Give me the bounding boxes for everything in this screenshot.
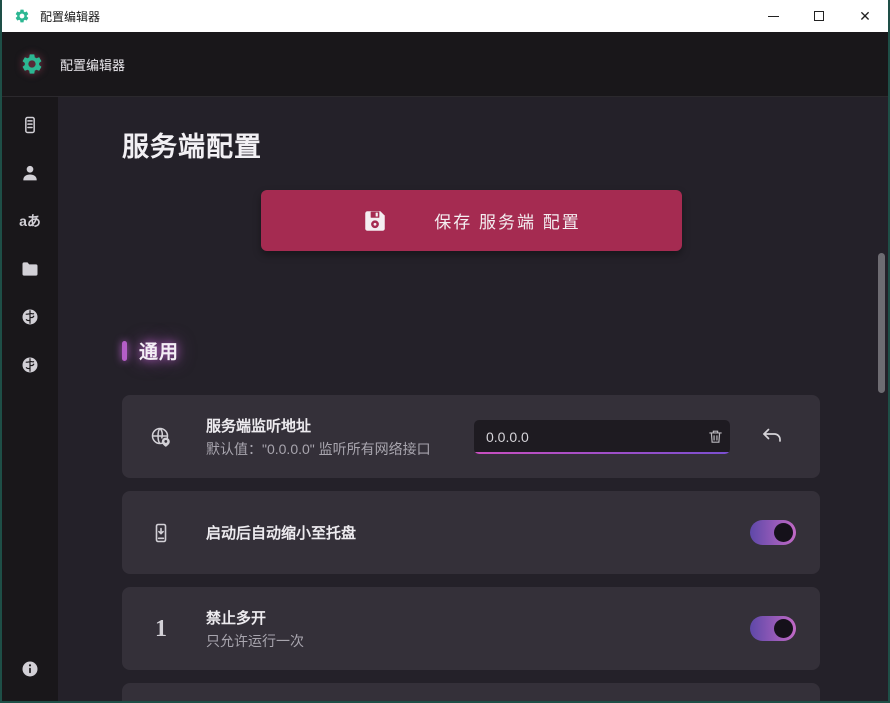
toggle-knob: [774, 523, 793, 542]
sidebar-item-network-1[interactable]: [10, 297, 50, 337]
sidebar-item-server[interactable]: [10, 105, 50, 145]
setting-partial-card: [122, 683, 820, 701]
listen-address-input[interactable]: [474, 429, 700, 445]
folder-icon: [20, 259, 40, 279]
info-icon: [20, 659, 40, 679]
app-gear-icon: [14, 8, 30, 24]
single-instance-toggle[interactable]: [750, 616, 796, 641]
close-button[interactable]: ✕: [842, 0, 888, 32]
trash-icon: [707, 428, 724, 445]
network-brain-icon: [20, 307, 40, 327]
section-title: 通用: [139, 337, 179, 364]
save-button-label: 保存 服务端 配置: [434, 208, 580, 233]
undo-icon: [760, 425, 784, 449]
user-icon: [20, 163, 40, 183]
maximize-button[interactable]: [796, 0, 842, 32]
window-controls: ✕: [750, 0, 888, 32]
minimize-button[interactable]: [750, 0, 796, 32]
save-server-config-button[interactable]: 保存 服务端 配置: [261, 190, 682, 251]
sidebar-item-language[interactable]: aあ: [10, 201, 50, 241]
section-accent-bar: [122, 341, 127, 361]
server-icon: [20, 115, 40, 135]
setting-minimize-to-tray: 启动后自动缩小至托盘: [122, 491, 820, 574]
titlebar-title: 配置编辑器: [40, 8, 100, 25]
language-icon: aあ: [19, 211, 41, 231]
page-title: 服务端配置: [122, 130, 820, 164]
save-icon: [362, 208, 388, 234]
reset-to-default-button[interactable]: [760, 425, 784, 449]
sidebar-item-user[interactable]: [10, 153, 50, 193]
globe-location-icon: [149, 425, 173, 449]
setting-title: 禁止多开: [206, 607, 304, 628]
setting-listen-address: 服务端监听地址 默认值："0.0.0.0" 监听所有网络接口: [122, 395, 820, 478]
app-logo-gear-icon: [20, 52, 44, 76]
main-panel: 服务端配置 保存 服务端 配置 通用: [58, 97, 888, 701]
vertical-scrollbar-thumb[interactable]: [878, 253, 885, 393]
sidebar-item-folder[interactable]: [10, 249, 50, 289]
listen-address-field: [474, 420, 730, 454]
settings-list: 服务端监听地址 默认值："0.0.0.0" 监听所有网络接口: [122, 395, 820, 701]
number-one-icon: 1: [155, 617, 167, 641]
setting-description: 默认值："0.0.0.0" 监听所有网络接口: [206, 439, 431, 459]
sidebar: aあ: [2, 97, 58, 701]
app-header: 配置编辑器: [2, 32, 888, 97]
app-header-title: 配置编辑器: [60, 55, 125, 74]
minimize-to-tray-toggle[interactable]: [750, 520, 796, 545]
app-window: 配置编辑器 ✕ 配置编辑器 aあ: [0, 0, 890, 703]
clear-input-button[interactable]: [700, 420, 730, 454]
section-general: 通用: [122, 337, 820, 364]
setting-single-instance: 1 禁止多开 只允许运行一次: [122, 587, 820, 670]
network-brain-icon: [20, 355, 40, 375]
sidebar-item-about[interactable]: [10, 649, 50, 689]
sidebar-item-network-2[interactable]: [10, 345, 50, 385]
setting-description: 只允许运行一次: [206, 631, 304, 651]
setting-title: 服务端监听地址: [206, 415, 431, 436]
toggle-knob: [774, 619, 793, 638]
tray-minimize-icon: [149, 521, 173, 545]
setting-title: 启动后自动缩小至托盘: [206, 522, 356, 543]
titlebar: 配置编辑器 ✕: [2, 0, 888, 32]
